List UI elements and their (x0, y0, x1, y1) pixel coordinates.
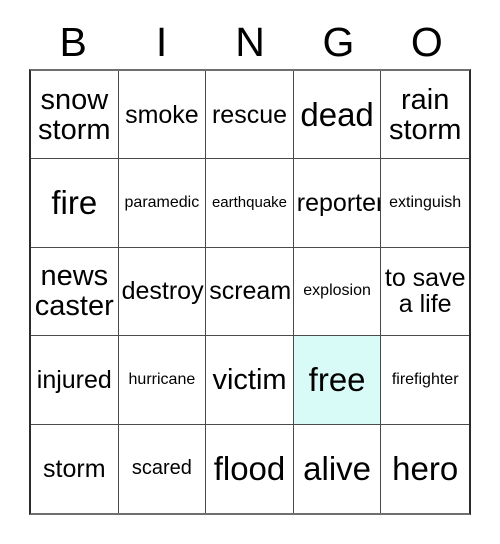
bingo-cell[interactable]: smoke (118, 71, 207, 160)
bingo-cell-label: explosion (303, 282, 371, 300)
bingo-grid: snow storm smoke rescue dead rain storm fire p… (29, 69, 471, 515)
bingo-cell-label: victim (212, 363, 287, 396)
bingo-cell[interactable]: rescue (206, 71, 294, 160)
bingo-cell-label: free (308, 360, 366, 398)
bingo-cell[interactable]: injured (31, 336, 119, 425)
bingo-cell-label: scared (131, 457, 192, 480)
bingo-cell[interactable]: destroy (118, 247, 207, 337)
bingo-cell[interactable]: snow storm (31, 71, 119, 160)
bingo-cell[interactable]: reporter (293, 159, 382, 248)
bingo-cell-label: extinguish (389, 193, 462, 211)
bingo-cell-label: rain storm (388, 83, 462, 146)
bingo-cell-label: hero (392, 449, 459, 487)
bingo-cell-label: alive (303, 449, 372, 487)
bingo-header-row: B I N G O (29, 16, 471, 69)
bingo-cell[interactable]: dead (293, 71, 382, 160)
bingo-cell-label: flood (213, 449, 286, 487)
bingo-cell-label: news caster (34, 260, 114, 323)
bingo-cell-label: firefighter (391, 370, 459, 388)
bingo-cell-label: rescue (211, 100, 288, 129)
bingo-cell-label: hurricane (128, 370, 196, 388)
bingo-cell[interactable]: hero (381, 424, 469, 513)
bingo-cell[interactable]: news caster (31, 247, 119, 337)
bingo-header-letter-n: N (235, 19, 265, 65)
bingo-cell[interactable]: fire (31, 159, 119, 248)
bingo-cell[interactable]: extinguish (381, 159, 469, 248)
bingo-header-letter-g: G (322, 19, 355, 65)
bingo-cell[interactable]: earthquake (206, 159, 294, 248)
bingo-header-letter-o: O (410, 19, 443, 65)
bingo-cell-label: reporter (296, 189, 382, 218)
bingo-cell[interactable]: firefighter (381, 336, 469, 425)
bingo-cell-label: earthquake (211, 194, 288, 212)
bingo-cell[interactable]: flood (206, 424, 294, 513)
bingo-cell-label: dead (300, 95, 374, 133)
bingo-cell[interactable]: to save a life (381, 247, 469, 337)
bingo-cell-label: smoke (125, 100, 199, 129)
bingo-cell[interactable]: alive (293, 424, 382, 513)
bingo-cell-label: snow storm (38, 83, 111, 146)
bingo-cell-label: destroy (121, 277, 204, 306)
bingo-cell[interactable]: scared (118, 424, 207, 513)
bingo-cell-label: fire (51, 183, 98, 221)
bingo-cell-label: scream (209, 277, 292, 306)
bingo-cell-label: injured (36, 365, 112, 394)
bingo-cell[interactable]: scream (206, 247, 294, 337)
bingo-cell-label: to save a life (384, 264, 466, 319)
bingo-header-letter-i: I (155, 19, 168, 65)
bingo-cell-free[interactable]: free (293, 336, 382, 425)
bingo-card: B I N G O snow storm smoke rescue dead rain … (0, 0, 500, 544)
bingo-header-letter-b: B (59, 19, 87, 65)
bingo-cell[interactable]: explosion (293, 247, 382, 337)
bingo-cell[interactable]: hurricane (118, 336, 207, 425)
bingo-cell[interactable]: paramedic (118, 159, 207, 248)
bingo-cell[interactable]: victim (206, 336, 294, 425)
bingo-cell-label: storm (43, 454, 106, 483)
bingo-cell-label: paramedic (124, 193, 200, 211)
bingo-cell[interactable]: storm (31, 424, 119, 513)
bingo-cell[interactable]: rain storm (381, 71, 469, 160)
